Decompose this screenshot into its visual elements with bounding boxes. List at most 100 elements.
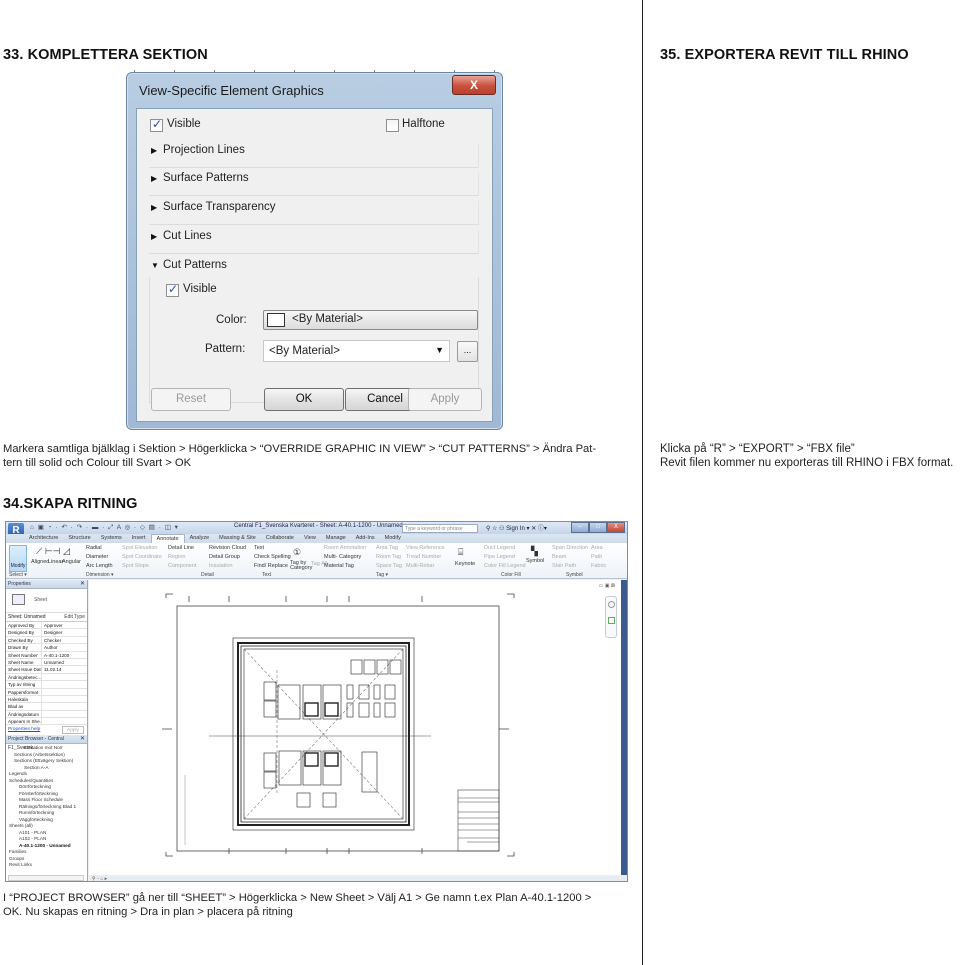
tab-add-ins[interactable]: Add-Ins: [351, 534, 380, 543]
ok-button[interactable]: OK: [264, 388, 344, 411]
symbol-tool[interactable]: Symbol: [526, 558, 544, 564]
linear-tool[interactable]: Linear: [48, 559, 63, 565]
beam-tool[interactable]: Beam: [552, 554, 566, 560]
modify-tool[interactable]: Modify: [9, 545, 27, 572]
group-surface-patterns[interactable]: ▶ Surface Patterns: [149, 172, 479, 196]
close-icon[interactable]: ✕: [80, 735, 85, 744]
vertical-scrollbar[interactable]: [621, 580, 627, 875]
color-fill-legend-tool[interactable]: Color Fill Legend: [484, 563, 526, 569]
drawing-canvas[interactable]: ▭ ▣ ⊠: [89, 580, 627, 875]
check-spelling-tool[interactable]: Check Spelling: [254, 554, 291, 560]
tab-massing-site[interactable]: Massing & Site: [214, 534, 261, 543]
tab-annotate[interactable]: Annotate: [150, 534, 185, 543]
property-value[interactable]: Designer: [42, 629, 87, 635]
property-value[interactable]: Approver: [42, 622, 87, 628]
multi-category-tool[interactable]: Multi- Category: [324, 554, 361, 560]
steering-wheel-icon[interactable]: [608, 601, 615, 608]
tab-collaborate[interactable]: Collaborate: [261, 534, 299, 543]
browser-tree-item[interactable]: Revit Links: [6, 862, 87, 869]
color-button[interactable]: <By Material>: [263, 310, 478, 330]
group-surface-transparency[interactable]: ▶ Surface Transparency: [149, 201, 479, 225]
tag-by-category-tool[interactable]: Tag by Category: [290, 560, 312, 571]
instance-filter[interactable]: Sheet: Unnamed Edit Type: [6, 613, 87, 622]
cut-visible-checkbox[interactable]: [166, 282, 179, 297]
maximize-button[interactable]: □: [589, 522, 607, 533]
minimize-button[interactable]: –: [571, 522, 589, 533]
property-row[interactable]: Ändringsdatum: [6, 710, 87, 719]
property-value[interactable]: Checker: [42, 637, 87, 643]
fabric-tool[interactable]: Fabric: [591, 563, 606, 569]
property-value[interactable]: [42, 696, 87, 702]
area-tag-tool[interactable]: Area Tag: [376, 545, 398, 551]
halftone-checkbox[interactable]: [386, 119, 399, 132]
property-row[interactable]: Sheet Issue Date 11.02.14: [6, 666, 87, 674]
detail-line-tool[interactable]: Detail Line: [168, 545, 194, 551]
property-row[interactable]: Designed By Designer: [6, 629, 87, 637]
span-direction-tool[interactable]: Span Direction: [552, 545, 588, 551]
apply-button[interactable]: Apply: [408, 388, 482, 411]
property-value[interactable]: [42, 718, 87, 724]
close-icon[interactable]: ✕: [80, 580, 85, 589]
property-row[interactable]: Drawn By Author: [6, 644, 87, 652]
revision-cloud-tool[interactable]: Revision Cloud: [209, 545, 246, 551]
close-button[interactable]: X: [452, 75, 496, 95]
room-annotation-tool[interactable]: Room Annotation: [324, 545, 366, 551]
pipe-legend-tool[interactable]: Pipe Legend: [484, 554, 515, 560]
tab-analyze[interactable]: Analyze: [185, 534, 215, 543]
property-value[interactable]: [42, 681, 87, 687]
component-tool[interactable]: Component: [168, 563, 196, 569]
tab-view[interactable]: View: [299, 534, 321, 543]
pattern-browse-button[interactable]: ...: [457, 341, 478, 362]
type-selector[interactable]: Sheet: [6, 589, 87, 613]
tread-number-tool[interactable]: Tread Number: [406, 554, 441, 560]
property-row[interactable]: Blad av: [6, 703, 87, 711]
angular-tool[interactable]: Angular: [62, 559, 81, 565]
property-value[interactable]: [42, 689, 87, 695]
search-input[interactable]: Type a keyword or phrase: [402, 524, 478, 533]
property-row[interactable]: Pappersformat: [6, 688, 87, 696]
property-value[interactable]: [42, 703, 87, 709]
find-replace-tool[interactable]: Find/ Replace: [254, 563, 288, 569]
panel-dimension[interactable]: Dimension ▾: [86, 572, 114, 578]
path-tool[interactable]: Path: [591, 554, 602, 560]
properties-apply-button[interactable]: Apply: [62, 726, 84, 735]
panel-tag[interactable]: Tag ▾: [376, 572, 388, 578]
tab-architecture[interactable]: Architecture: [24, 534, 63, 543]
visible-checkbox[interactable]: [150, 117, 163, 132]
multi-rebar-tool[interactable]: Multi-Rebar: [406, 563, 434, 569]
property-row[interactable]: Checked By Checker: [6, 636, 87, 645]
spot-coordinate-tool[interactable]: Spot Coordinate: [122, 554, 162, 560]
tab-systems[interactable]: Systems: [96, 534, 127, 543]
sign-in-link[interactable]: ⚲ ☆ ⚇ Sign In ▾ ✕ ⓘ▾: [486, 523, 547, 532]
property-value[interactable]: 11.02.14: [42, 666, 87, 672]
property-value[interactable]: [42, 674, 87, 680]
property-row[interactable]: Sheet Number A-40.1-1200: [6, 651, 87, 659]
property-row[interactable]: Typ av ritning: [6, 681, 87, 689]
area-tool[interactable]: Area: [591, 545, 603, 551]
property-row[interactable]: Approved By Approver: [6, 622, 87, 630]
aligned-tool[interactable]: Aligned: [31, 559, 49, 565]
keynote-tool[interactable]: Keynote: [455, 561, 475, 567]
zoom-icon[interactable]: [608, 617, 615, 624]
quick-access-toolbar[interactable]: ⌂ ▣ ◔ · ↶ · ↷ · ▬ · ⤢ A ◎ · ◇ ▤ · ◫ ▾: [30, 523, 179, 532]
panel-select[interactable]: Select ▾: [9, 572, 27, 578]
edit-type-button[interactable]: Edit Type: [64, 613, 85, 622]
properties-help-link[interactable]: Properties help: [8, 727, 40, 732]
property-value[interactable]: Author: [42, 644, 87, 650]
space-tag-tool[interactable]: Space Tag: [376, 563, 402, 569]
property-value[interactable]: [42, 711, 87, 717]
radial-tool[interactable]: Radial: [86, 545, 102, 551]
view-control-bar[interactable]: ⚲ ◦ ⌂ ▸: [89, 875, 627, 881]
close-window-button[interactable]: X: [607, 522, 625, 533]
tab-manage[interactable]: Manage: [321, 534, 351, 543]
spot-elevation-tool[interactable]: Spot Elevation: [122, 545, 157, 551]
property-row[interactable]: Sheet Name Unnamed: [6, 658, 87, 667]
diameter-tool[interactable]: Diameter: [86, 554, 108, 560]
room-tag-tool[interactable]: Room Tag: [376, 554, 401, 560]
view-reference-tool[interactable]: View Reference: [406, 545, 445, 551]
group-projection-lines[interactable]: ▶ Projection Lines: [149, 144, 479, 168]
navigation-bar[interactable]: [605, 596, 617, 638]
property-row[interactable]: Ändringsbetec...: [6, 673, 87, 682]
detail-group-tool[interactable]: Detail Group: [209, 554, 240, 560]
tab-structure[interactable]: Structure: [63, 534, 95, 543]
